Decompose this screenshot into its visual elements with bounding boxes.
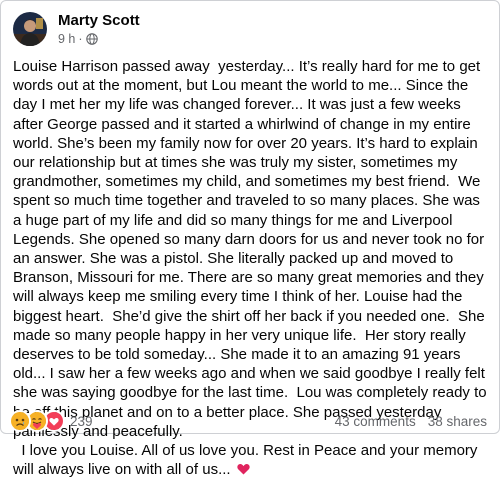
shares-count-link[interactable]: 38 shares — [428, 414, 487, 429]
engagement-stats: 43 comments 38 shares — [335, 414, 487, 429]
reactions-summary[interactable]: 239 — [9, 410, 93, 432]
reaction-count: 239 — [70, 413, 93, 429]
facebook-post: Marty Scott 9 h · Louise Harrison passed… — [0, 0, 500, 478]
post-header: Marty Scott 9 h · — [13, 9, 140, 49]
post-footer: 239 43 comments 38 shares — [9, 410, 487, 432]
post-paragraph: Louise Harrison passed away yesterday...… — [13, 58, 491, 440]
separator-dot: · — [78, 32, 83, 46]
globe-icon[interactable] — [85, 33, 98, 45]
avatar-photo-icon — [13, 12, 47, 46]
post-meta: Marty Scott 9 h · — [58, 11, 140, 47]
heart-icon — [237, 464, 250, 475]
post-time[interactable]: 9 h — [58, 31, 75, 47]
post-subline: 9 h · — [58, 31, 140, 47]
sad-face-icon — [9, 410, 31, 432]
post-paragraph-closing: I love you Louise. All of us love you. R… — [13, 441, 491, 479]
author-name[interactable]: Marty Scott — [58, 11, 140, 30]
author-avatar[interactable] — [13, 12, 47, 46]
reaction-icons — [9, 410, 65, 432]
comments-count-link[interactable]: 43 comments — [335, 414, 416, 429]
